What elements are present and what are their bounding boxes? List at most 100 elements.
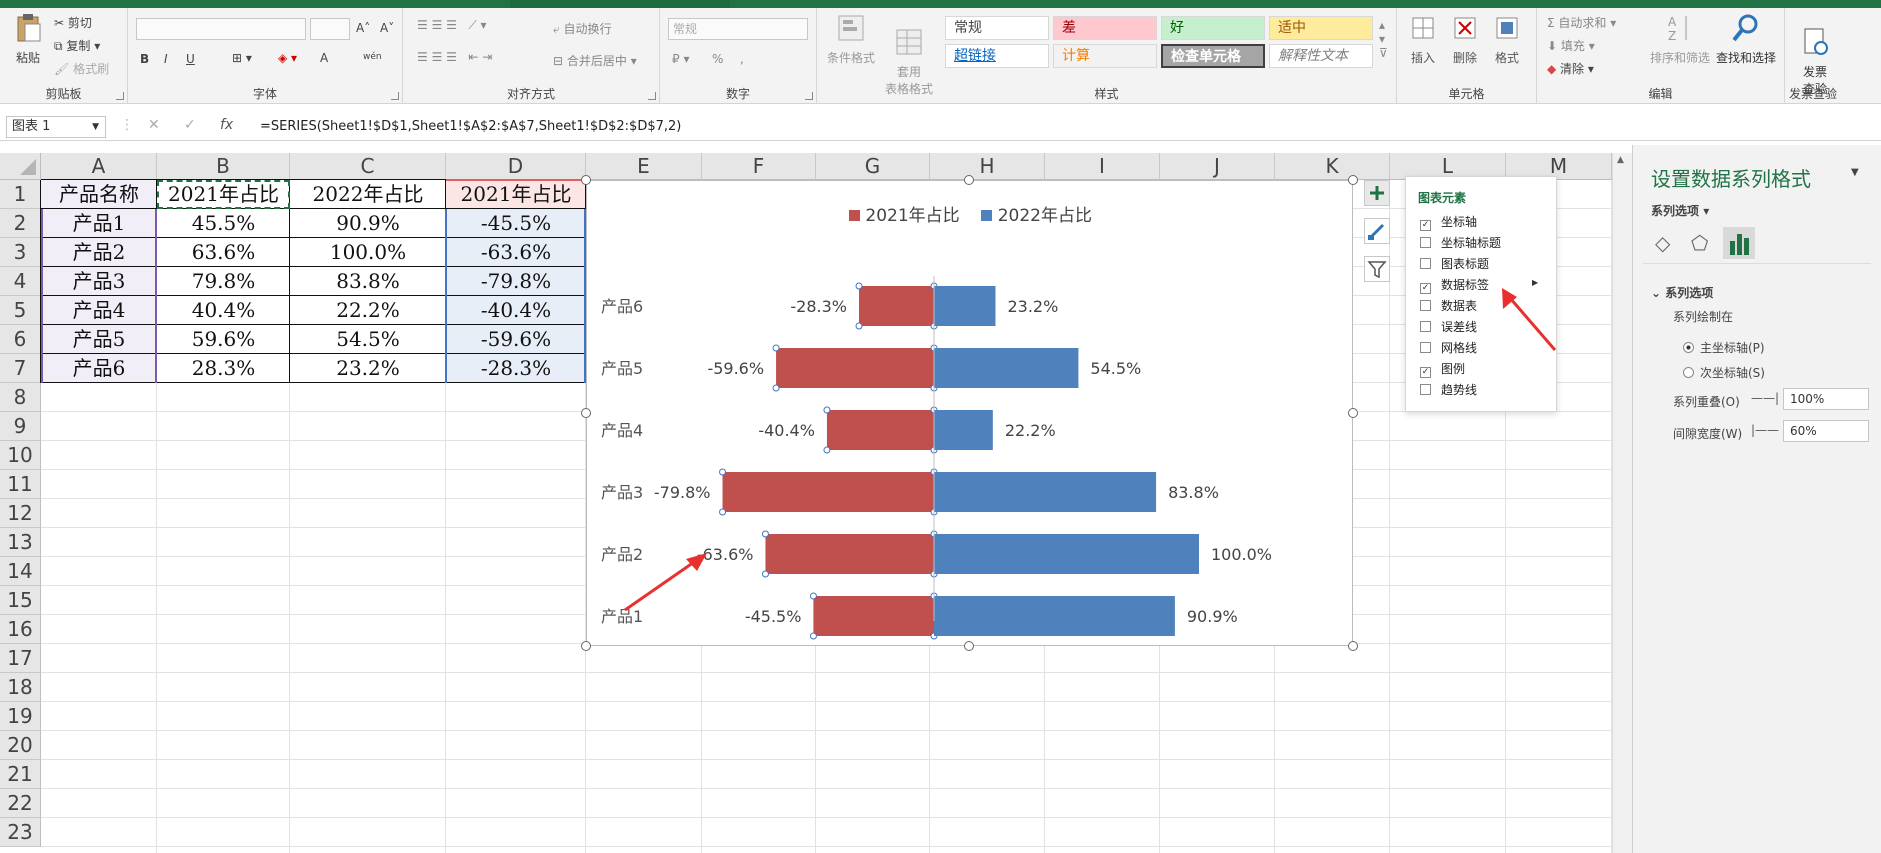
font-color-button[interactable]: A [320,51,328,65]
selection-handle[interactable] [761,530,769,538]
clipboard-launcher[interactable] [116,92,124,100]
currency-icon[interactable]: ₽ ▾ [672,52,689,66]
bar-2022[interactable] [934,472,1157,512]
grow-font-button[interactable]: A˄ [356,21,370,35]
data-label[interactable]: -59.6% [707,359,764,378]
percent-button[interactable]: % [712,52,723,66]
bar-2021[interactable] [813,596,934,636]
cell[interactable]: 59.6% [157,325,290,354]
wrap-text-button[interactable]: ⤶ 自动换行 [553,20,612,37]
cut-button[interactable]: ✂ 剪切 [54,14,92,31]
style-hyperlink[interactable]: 超链接 [945,44,1049,68]
column-header[interactable]: K [1275,153,1390,180]
cell[interactable]: 产品名称 [41,180,157,209]
bar-2021[interactable] [826,410,934,450]
style-explanatory[interactable]: 解释性文本 [1269,44,1373,68]
cell[interactable]: 产品2 [41,238,157,267]
underline-button[interactable]: U [186,52,195,66]
overlap-input[interactable]: 100% [1783,388,1869,410]
resize-handle[interactable] [581,408,591,418]
data-label[interactable]: -40.4% [758,421,815,440]
style-calculation[interactable]: 计算 [1053,44,1157,68]
style-check-cell[interactable]: 检查单元格 [1161,44,1265,68]
font-size-dropdown[interactable] [310,18,350,40]
column-header[interactable]: C [290,153,446,180]
row-header[interactable]: 14 [0,557,41,586]
bold-button[interactable]: B [140,52,149,66]
selection-handle[interactable] [772,384,780,392]
cell[interactable]: 产品4 [41,296,157,325]
selection-handle[interactable] [823,446,831,454]
chart-elements-button[interactable] [1364,180,1390,206]
fill-button[interactable]: ⬇ 填充 ▾ [1547,37,1595,54]
delete-button[interactable]: 删除 [1445,12,1485,66]
data-label[interactable]: 54.5% [1090,359,1141,378]
paste-button[interactable]: 粘贴 [8,12,48,66]
effects-pentagon-icon[interactable]: ⬠ [1691,231,1708,255]
align-top-icon[interactable]: ☰ ☰ ☰ ⟋ ▾ [417,18,487,33]
checkbox-empty-icon[interactable] [1420,300,1431,311]
row-header[interactable]: 2 [0,209,41,238]
data-label[interactable]: 22.2% [1005,421,1056,440]
bar-2022[interactable] [934,286,996,326]
styles-scroll-icon[interactable]: ▴ ▾ ⊽ [1379,18,1388,60]
column-header[interactable]: G [816,153,930,180]
cell[interactable]: 22.2% [290,296,446,325]
checkbox-empty-icon[interactable] [1420,384,1431,395]
resize-handle[interactable] [1348,641,1358,651]
bar-2022[interactable] [934,348,1079,388]
cell[interactable]: 100.0% [290,238,446,267]
row-header[interactable]: 7 [0,354,41,383]
copy-button[interactable]: ⧉ 复制 ▾ [54,37,100,54]
row-header[interactable]: 20 [0,731,41,760]
data-label[interactable]: 83.8% [1168,483,1219,502]
column-header[interactable]: H [930,153,1045,180]
chart-element-option[interactable]: ✓ 数据标签 [1420,276,1489,294]
column-header[interactable]: F [702,153,816,180]
shrink-font-button[interactable]: A˅ [380,21,394,35]
row-header[interactable]: 6 [0,325,41,354]
chart-element-option[interactable]: 趋势线 [1420,381,1477,398]
selection-handle[interactable] [855,282,863,290]
series-options-dropdown[interactable]: 系列选项 ▾ [1651,202,1709,219]
border-icon[interactable]: ⊞ ▾ [232,51,252,65]
column-header[interactable]: A [41,153,157,180]
enter-icon[interactable]: ✓ [184,117,196,133]
cell[interactable]: 79.8% [157,267,290,296]
column-header[interactable]: B [157,153,290,180]
gap-width-input[interactable]: 60% [1783,420,1869,442]
cell[interactable]: 2021年占比 [446,180,586,209]
cell[interactable]: 28.3% [157,354,290,383]
chart-area[interactable]: 2021年占比 2022年占比 产品1 -45.5% 90.9% 产品2 -63.6% 1… [586,180,1353,646]
row-header[interactable]: 13 [0,528,41,557]
data-label[interactable]: 100.0% [1211,545,1272,564]
series-options-section[interactable]: ⌄ 系列选项 [1651,284,1713,301]
chart-styles-button[interactable] [1364,218,1390,244]
bar-2022[interactable] [934,534,1199,574]
fill-color-icon[interactable]: ◈ ▾ [278,51,297,65]
bar-2021[interactable] [776,348,934,388]
row-header[interactable]: 3 [0,238,41,267]
find-select-button[interactable]: 查找和选择 [1713,12,1779,66]
chart-element-option[interactable]: 坐标轴标题 [1420,234,1501,251]
resize-handle[interactable] [964,175,974,185]
format-painter-button[interactable]: 🖌 格式刷 [54,60,109,77]
data-label[interactable]: -28.3% [790,297,847,316]
bar-2021[interactable] [859,286,934,326]
plot-area[interactable]: 产品1 -45.5% 90.9% 产品2 -63.6% 100.0% 产品3 -79.8% 83… [587,181,1354,647]
cell[interactable]: 54.5% [290,325,446,354]
chart-element-option[interactable]: 图表标题 [1420,255,1489,272]
data-label[interactable]: -79.8% [654,483,711,502]
checkbox-empty-icon[interactable] [1420,258,1431,269]
cell[interactable]: 90.9% [290,209,446,238]
cancel-icon[interactable]: ✕ [148,117,160,133]
align-left-icon[interactable]: ☰ ☰ ☰ ⇤ ⇥ [417,50,492,64]
bar-2022[interactable] [934,410,993,450]
cell[interactable]: -79.8% [446,267,586,296]
format-button[interactable]: 格式 [1487,12,1527,66]
row-header[interactable]: 10 [0,441,41,470]
row-header[interactable]: 5 [0,296,41,325]
style-normal[interactable]: 常规 [945,16,1049,40]
style-bad[interactable]: 差 [1053,16,1157,40]
resize-handle[interactable] [1348,408,1358,418]
